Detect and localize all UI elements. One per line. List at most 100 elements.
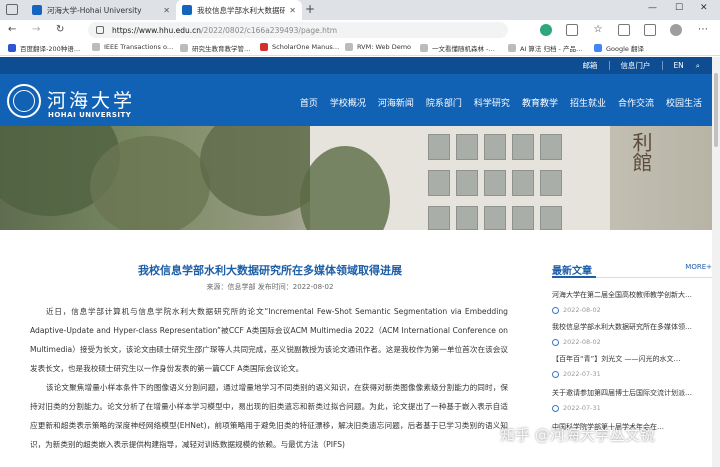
nav-item-home[interactable]: 首页 [300,96,318,109]
news-title[interactable]: 我校信息学部水利大数据研究所在多媒体领… [552,322,712,332]
nav-item-admissions[interactable]: 招生就业 [570,96,606,109]
nav-item-campus-life[interactable]: 校园生活 [666,96,702,109]
url-path: /2022/0802/c166a239493/page.htm [201,25,338,35]
close-icon[interactable]: ✕ [289,6,296,15]
window [512,134,534,160]
divider [662,61,664,70]
news-item[interactable]: 我校信息学部水利大数据研究所在多媒体领… 2022-08-02 [552,322,712,346]
hohai-favicon-icon [32,5,42,15]
refresh-icon[interactable]: ↻ [56,24,64,35]
article-meta: 来源：信息学部 发布时间：2022-08-02 [206,283,334,291]
window [484,206,506,230]
clock-icon [552,404,559,412]
divider [609,61,611,70]
article-title: 我校信息学部水利大数据研究所在多媒体领域取得进展 [138,264,402,277]
nav-menu: 首页 学校概况 河海新闻 院系部门 科学研究 教育教学 招生就业 合作交流 校园… [288,96,702,109]
bookmark-item[interactable]: Google 翻译 [594,43,644,53]
logo-english-name[interactable]: HOHAI UNIVERSITY [48,111,131,119]
more-link[interactable]: MORE+ [685,263,712,271]
bookmark-favicon-icon [92,43,100,51]
bookmark-label: Google 翻译 [606,45,644,53]
window [512,170,534,196]
tab-actions-icon[interactable] [6,4,18,15]
window [540,206,562,230]
maximize-icon[interactable]: ☐ [675,3,683,13]
emblem-ring [13,90,35,112]
back-icon[interactable]: ← [8,24,16,35]
news-date: 2022-07-31 [563,370,601,378]
sidebar-heading: 最新文章 [552,266,592,277]
nav-item-cooperation[interactable]: 合作交流 [618,96,654,109]
bookmark-item[interactable]: 百度翻译-200种语… [8,43,80,53]
address-bar-row: ← → ↻ https://www.hhu.edu.cn /2022/0802/… [0,20,720,40]
minimize-icon[interactable]: — [648,3,657,13]
bookmark-favicon-icon [260,43,268,51]
bookmark-label: 研究生教育教学管… [192,45,251,53]
news-item[interactable]: 关于邀请参加第四届博士后国际交流计划派… 2022-07-31 [552,388,712,412]
window [512,206,534,230]
portal-link[interactable]: 信息门户 [620,60,650,71]
window [540,170,562,196]
read-aloud-icon[interactable] [566,24,578,36]
news-item[interactable]: 【百年百“青”】刘光文 ——闪光的水文… 2022-07-31 [552,354,712,378]
window [456,170,478,196]
article-paragraph: 该论文聚焦增量小样本条件下的图像语义分割问题，通过增量地学习不同类别的语义知识，… [30,383,508,449]
news-title[interactable]: 【百年百“青”】刘光文 ——闪光的水文… [552,354,712,364]
window [428,206,450,230]
nav-item-research[interactable]: 科学研究 [474,96,510,109]
favorite-star-icon[interactable]: ☆ [592,24,604,36]
page-scrollbar[interactable] [712,57,720,467]
browser-tab-2[interactable]: 我校信息学部水利大数据研究所在 ✕ [176,0,302,20]
news-date: 2022-08-02 [563,338,601,346]
nav-item-departments[interactable]: 院系部门 [426,96,462,109]
forward-icon[interactable]: → [32,24,40,35]
news-date: 2022-08-02 [563,306,601,314]
news-date-row: 2022-07-31 [552,370,712,378]
scrollbar-thumb[interactable] [714,73,718,147]
news-title[interactable]: 河海大学在第二届全国高校教师教学创新大… [552,290,712,300]
nav-item-about[interactable]: 学校概况 [330,96,366,109]
news-title[interactable]: 关于邀请参加第四届博士后国际交流计划派… [552,388,712,398]
news-date-row: 2022-08-02 [552,338,712,346]
bookmark-label: 百度翻译-200种语… [20,45,81,53]
bookmark-item[interactable]: ScholarOne Manus… [260,43,339,51]
clock-icon [552,370,559,378]
window [428,134,450,160]
bookmarks-bar: 百度翻译-200种语… IEEE Transactions o… 研究生教育教学… [0,40,720,56]
url-field[interactable]: https://www.hhu.edu.cn /2022/0802/c166a2… [88,22,508,38]
downloads-icon[interactable] [644,24,656,36]
bookmark-label: ScholarOne Manus… [272,43,340,51]
nav-item-news[interactable]: 河海新闻 [378,96,414,109]
bookmark-item[interactable]: 一文看懂随机森林 -… [420,43,495,53]
article-body: 近日，信息学部计算机与信息学院水利大数据研究所的论文“Incremental F… [30,302,508,454]
logo-chinese-name[interactable]: 河海大学 [47,86,135,113]
lang-link[interactable]: EN [673,61,683,70]
bookmark-item[interactable]: 研究生教育教学管… [180,43,251,53]
article-paragraph: 近日，信息学部计算机与信息学院水利大数据研究所的论文“Incremental F… [30,307,508,373]
clock-icon [552,306,559,314]
bookmark-item[interactable]: RVM: Web Demo [345,43,411,51]
close-window-icon[interactable]: ✕ [700,3,708,13]
more-menu-icon[interactable]: ⋯ [698,24,708,35]
bookmark-item[interactable]: IEEE Transactions o… [92,43,173,51]
university-emblem-icon[interactable] [7,84,41,118]
bookmark-label: RVM: Web Demo [357,43,412,51]
zhihu-watermark: 知乎 @河海大学丛文锐 [500,426,655,444]
nav-item-education[interactable]: 教育教学 [522,96,558,109]
profile-avatar-icon[interactable] [670,24,682,36]
window [456,206,478,230]
extension-icon[interactable] [540,24,552,36]
building-sign: 利館 [629,132,653,172]
news-item[interactable]: 河海大学在第二届全国高校教师教学创新大… 2022-08-02 [552,290,712,314]
bookmark-label: IEEE Transactions o… [104,43,174,51]
collections-icon[interactable] [618,24,630,36]
bookmark-item[interactable]: AI 算法 归档 - 产品… [508,43,582,53]
browser-tab-1[interactable]: 河海大学-Hohai University ✕ [26,0,176,20]
window [456,134,478,160]
bookmark-favicon-icon [420,44,428,52]
close-icon[interactable]: ✕ [163,6,170,15]
window [428,170,450,196]
search-icon[interactable]: ⌕ [696,61,700,71]
mail-link[interactable]: 邮箱 [582,60,597,71]
new-tab-icon[interactable]: + [305,2,315,16]
